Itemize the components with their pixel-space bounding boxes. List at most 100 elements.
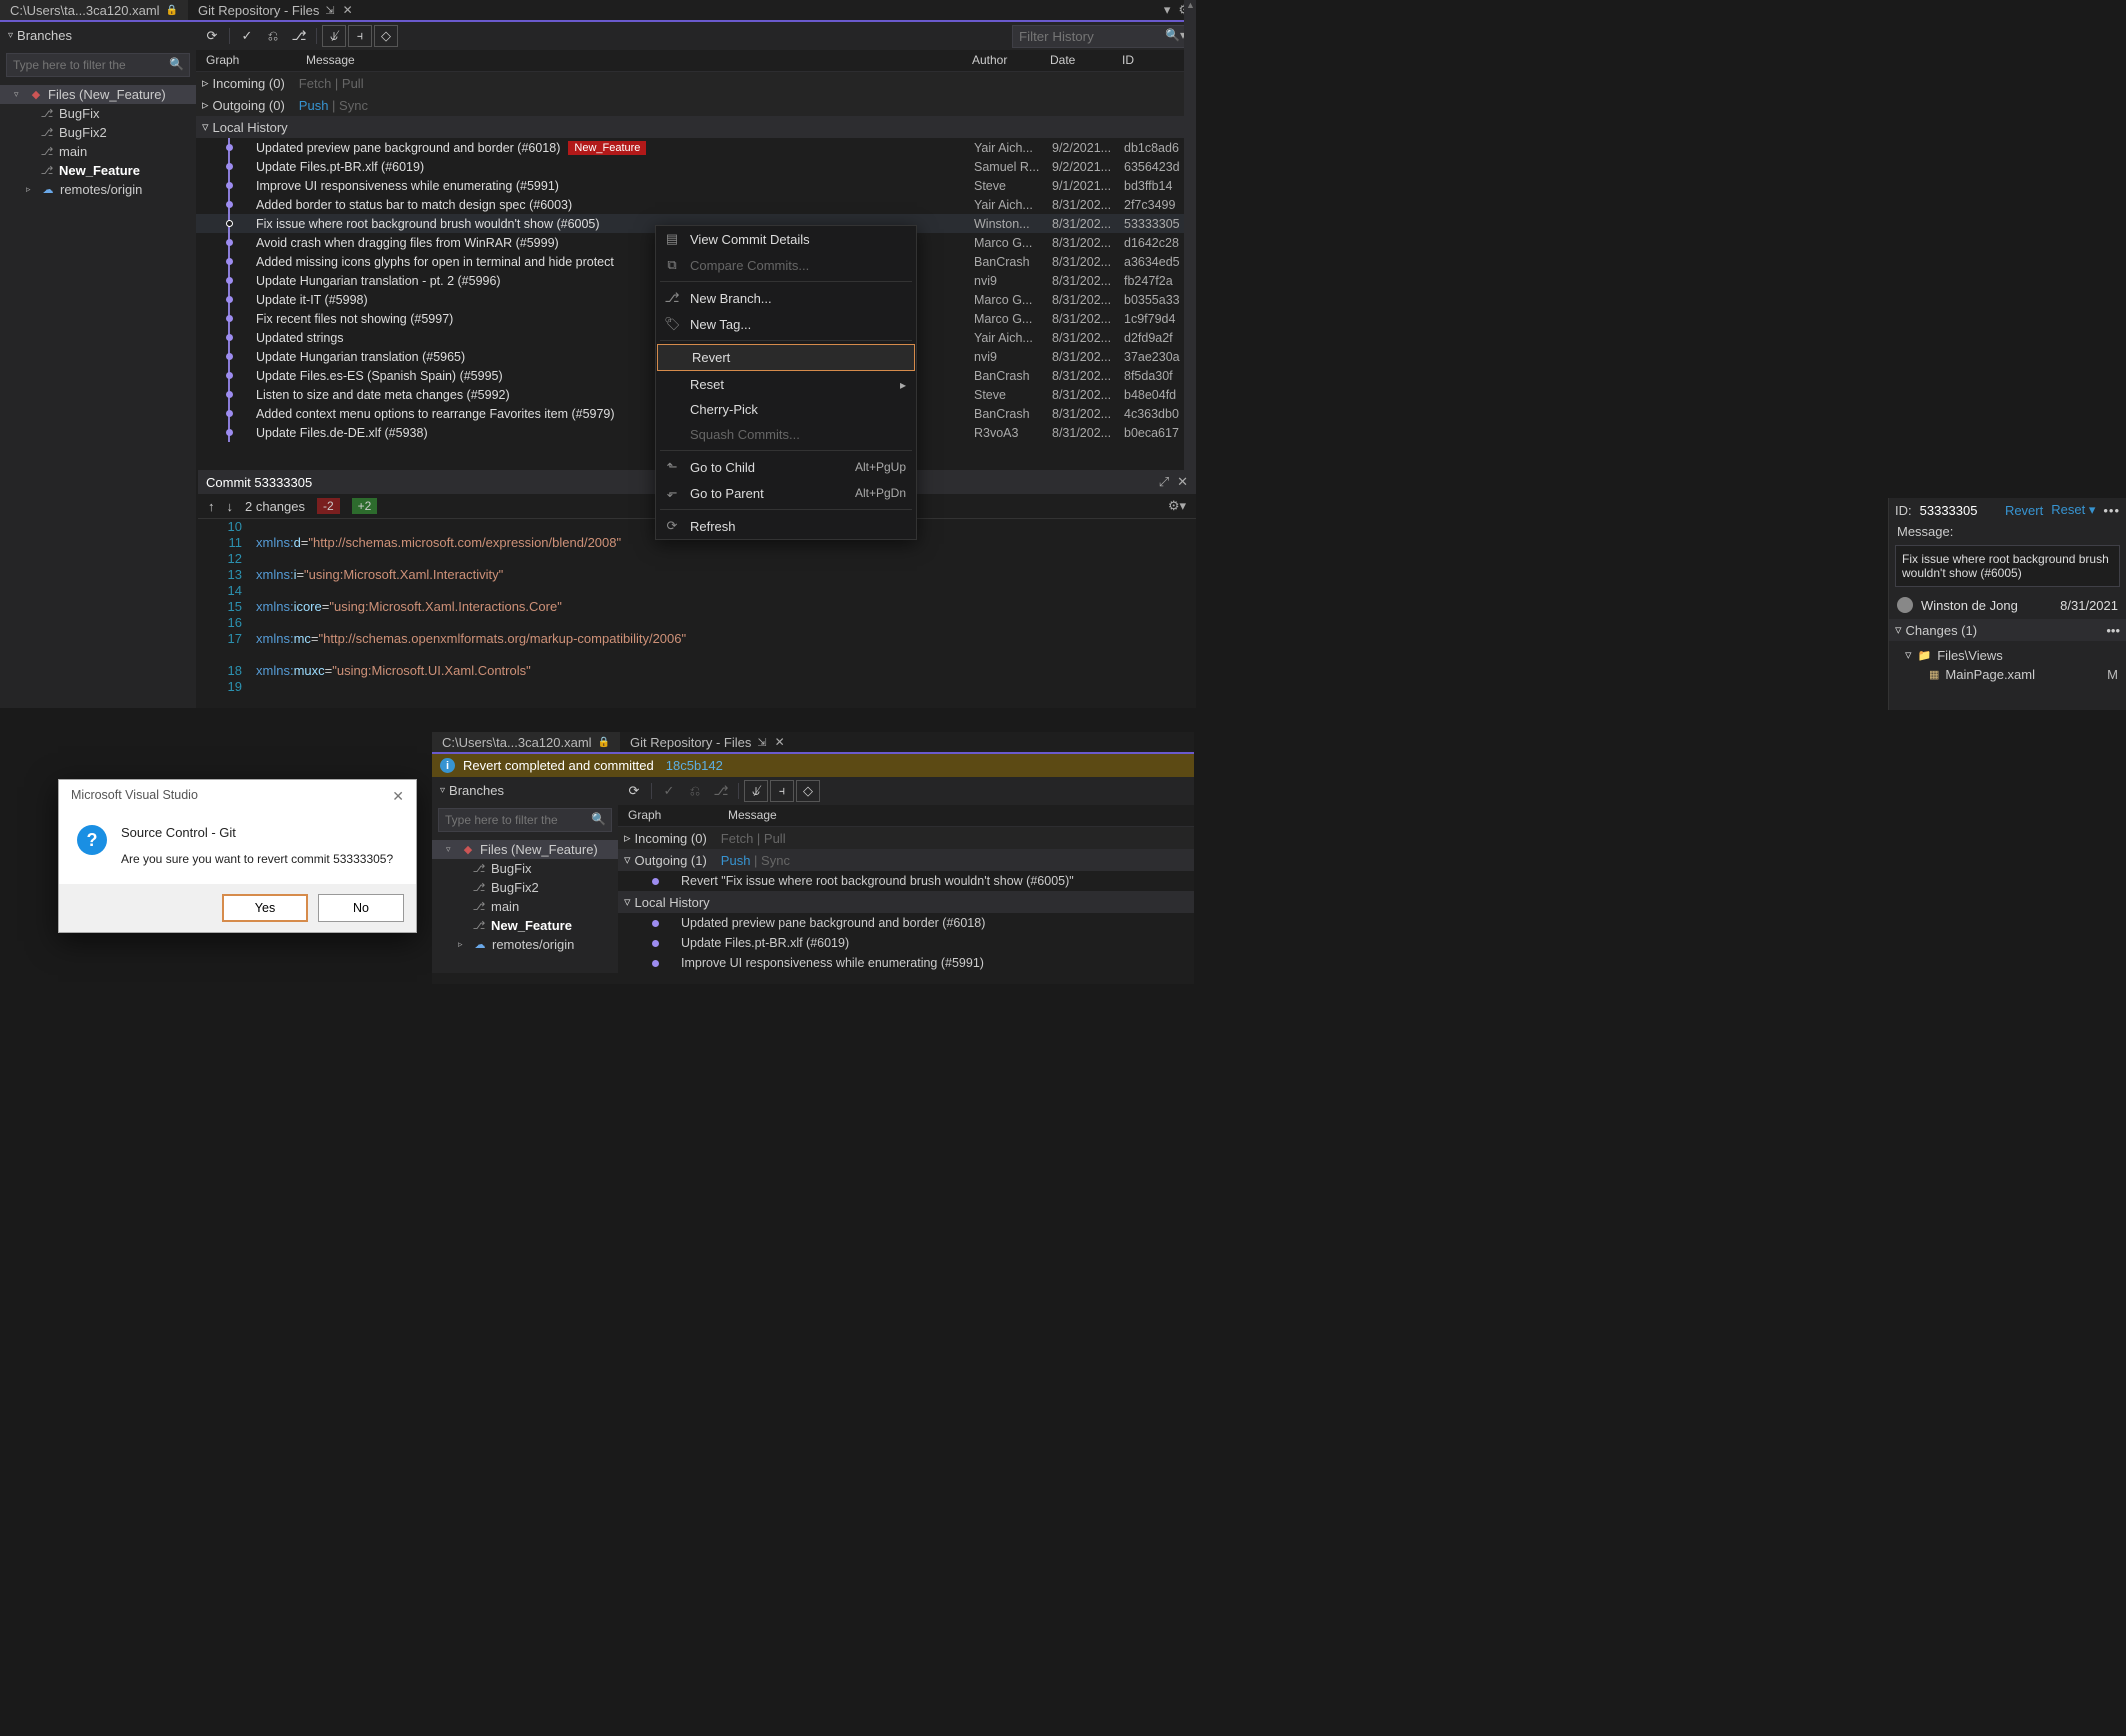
branches-header[interactable]: ▿ Branches [0, 22, 196, 49]
fetch-link[interactable]: Fetch [299, 76, 332, 91]
view-mode-a-icon[interactable]: ⫝̸ [744, 780, 768, 802]
outgoing-section[interactable]: ▿ Outgoing (1) Push | Sync [618, 849, 1194, 871]
col-graph[interactable]: Graph [202, 50, 302, 71]
branch-mini-icon[interactable]: ⎇ [287, 25, 311, 47]
search-icon[interactable]: 🔍▾ [1165, 28, 1186, 42]
refresh-icon[interactable]: ⟳ [622, 780, 646, 802]
pin-icon[interactable]: ⇲ [757, 736, 766, 749]
diff-code[interactable]: 10111213141516171819 xmlns:d="http://sch… [198, 519, 1196, 697]
branch-bugfix[interactable]: ⎇BugFix [432, 859, 618, 878]
revert-link[interactable]: Revert [2005, 503, 2043, 518]
search-icon[interactable]: 🔍 [169, 57, 184, 71]
outgoing-commit-row[interactable]: Revert "Fix issue where root background … [618, 871, 1194, 891]
tree-repo-root[interactable]: ▿ ◆ Files (New_Feature) [432, 840, 618, 859]
local-history-section[interactable]: ▿ Local History [618, 891, 1194, 913]
search-icon[interactable]: 🔍 [591, 812, 606, 826]
view-mode-c-icon[interactable]: ◇ [374, 25, 398, 47]
col-date[interactable]: Date [1046, 50, 1118, 71]
col-message[interactable]: Message [724, 805, 1194, 826]
view-mode-b-icon[interactable]: ⫞ [348, 25, 372, 47]
outgoing-section[interactable]: ▹ Outgoing (0) Push | Sync [196, 94, 1196, 116]
close-icon[interactable]: ✕ [392, 788, 404, 805]
incoming-section[interactable]: ▹ Incoming (0) Fetch | Pull [618, 827, 1194, 849]
branch-main[interactable]: ⎇ main [0, 142, 196, 161]
ctx-cherry-pick[interactable]: Cherry-Pick [656, 397, 916, 422]
branch-mini-icon[interactable]: ⎇ [709, 780, 733, 802]
file-row[interactable]: ▦ MainPage.xaml M [1897, 665, 2118, 684]
col-message[interactable]: Message [302, 50, 968, 71]
sync-link[interactable]: Sync [339, 98, 368, 113]
branch-filter-input[interactable] [6, 53, 190, 77]
remotes-origin[interactable]: ▹ ☁ remotes/origin [0, 180, 196, 199]
prev-change-icon[interactable]: ↑ [208, 499, 215, 514]
tab-git-repository[interactable]: Git Repository - Files ⇲ ✕ [188, 0, 363, 20]
push-link[interactable]: Push [299, 98, 329, 113]
branch-filter-input[interactable] [438, 808, 612, 832]
check-icon[interactable]: ✓ [235, 25, 259, 47]
check-icon[interactable]: ✓ [657, 780, 681, 802]
ctx-new-branch[interactable]: ⎇New Branch... [656, 285, 916, 311]
commit-message: Update Hungarian translation - pt. 2 (#5… [256, 274, 501, 288]
branch-new-feature[interactable]: ⎇ New_Feature [0, 161, 196, 180]
commit-row[interactable]: Update Files.pt-BR.xlf (#6019)Samuel R..… [196, 157, 1196, 176]
pull-link[interactable]: Pull [342, 76, 364, 91]
commit-message: Improve UI responsiveness while enumerat… [256, 179, 559, 193]
line-gutter: 10111213141516171819 [198, 519, 252, 695]
no-button[interactable]: No [318, 894, 404, 922]
dropdown-icon[interactable]: ▾ [1164, 2, 1171, 18]
close-icon[interactable]: ✕ [775, 735, 785, 749]
more-icon[interactable]: ••• [2103, 503, 2120, 518]
commit-row[interactable]: Update Files.pt-BR.xlf (#6019) [618, 933, 1194, 953]
ctx-refresh[interactable]: ⟳Refresh [656, 513, 916, 539]
close-icon[interactable]: ✕ [343, 3, 353, 17]
tab-file-xaml[interactable]: C:\Users\ta...3ca120.xaml 🔒 [432, 732, 620, 752]
commit-message: Update Files.pt-BR.xlf (#6019) [256, 160, 424, 174]
branches-header[interactable]: ▿ Branches [432, 777, 618, 804]
yes-button[interactable]: Yes [222, 894, 308, 922]
expand-icon[interactable]: ⤢ [1159, 474, 1169, 490]
commit-hash-link[interactable]: 18c5b142 [666, 758, 723, 773]
gear-icon[interactable]: ⚙▾ [1168, 498, 1186, 514]
local-history-section[interactable]: ▿ Local History [196, 116, 1196, 138]
ctx-reset[interactable]: Reset▸ [656, 372, 916, 397]
submenu-icon: ▸ [900, 378, 906, 392]
ctx-new-tag[interactable]: 🏷New Tag... [656, 311, 916, 337]
col-author[interactable]: Author [968, 50, 1046, 71]
commit-row[interactable]: Improve UI responsiveness while enumerat… [196, 176, 1196, 195]
pin-icon[interactable]: ⇲ [325, 4, 334, 17]
ctx-revert[interactable]: Revert [657, 344, 915, 371]
ctx-go-parent[interactable]: ⬐Go to ParentAlt+PgDn [656, 480, 916, 506]
view-mode-c-icon[interactable]: ◇ [796, 780, 820, 802]
refresh-icon[interactable]: ⟳ [200, 25, 224, 47]
commit-row[interactable]: Improve UI responsiveness while enumerat… [618, 953, 1194, 973]
commit-row[interactable]: Updated preview pane background and bord… [196, 138, 1196, 157]
commit-date: 8/31/202... [1052, 255, 1124, 269]
graph-icon[interactable]: ⎌ [261, 25, 285, 47]
more-icon[interactable]: ••• [2106, 623, 2120, 638]
next-change-icon[interactable]: ↓ [227, 499, 234, 514]
view-mode-b-icon[interactable]: ⫞ [770, 780, 794, 802]
tree-repo-root[interactable]: ▿ ◆ Files (New_Feature) [0, 85, 196, 104]
ctx-go-child[interactable]: ⬑Go to ChildAlt+PgUp [656, 454, 916, 480]
commit-row[interactable]: Added border to status bar to match desi… [196, 195, 1196, 214]
close-icon[interactable]: ✕ [1177, 474, 1188, 490]
branch-bugfix[interactable]: ⎇ BugFix [0, 104, 196, 123]
col-graph[interactable]: Graph [624, 805, 724, 826]
incoming-section[interactable]: ▹ Incoming (0) Fetch | Pull [196, 72, 1196, 94]
view-mode-a-icon[interactable]: ⫝̸ [322, 25, 346, 47]
folder-row[interactable]: ▿ 📁 Files\Views [1897, 645, 2118, 665]
branch-bugfix2[interactable]: ⎇ BugFix2 [0, 123, 196, 142]
ctx-view-details[interactable]: ▤View Commit Details [656, 226, 916, 252]
tab-file-xaml[interactable]: C:\Users\ta...3ca120.xaml 🔒 [0, 0, 188, 20]
branch-new-feature[interactable]: ⎇New_Feature [432, 916, 618, 935]
chevron-down-icon: ▿ [624, 852, 631, 868]
reset-link[interactable]: Reset ▾ [2051, 502, 2095, 518]
changes-header[interactable]: ▿ Changes (1) ••• [1889, 619, 2126, 641]
tab-git-repository[interactable]: Git Repository - Files ⇲ ✕ [620, 732, 795, 752]
commit-row[interactable]: Updated preview pane background and bord… [618, 913, 1194, 933]
branch-plus-icon: ⎇ [664, 290, 680, 306]
branch-bugfix2[interactable]: ⎇BugFix2 [432, 878, 618, 897]
remotes-origin[interactable]: ▹☁remotes/origin [432, 935, 618, 954]
branch-main[interactable]: ⎇main [432, 897, 618, 916]
graph-icon[interactable]: ⎌ [683, 780, 707, 802]
